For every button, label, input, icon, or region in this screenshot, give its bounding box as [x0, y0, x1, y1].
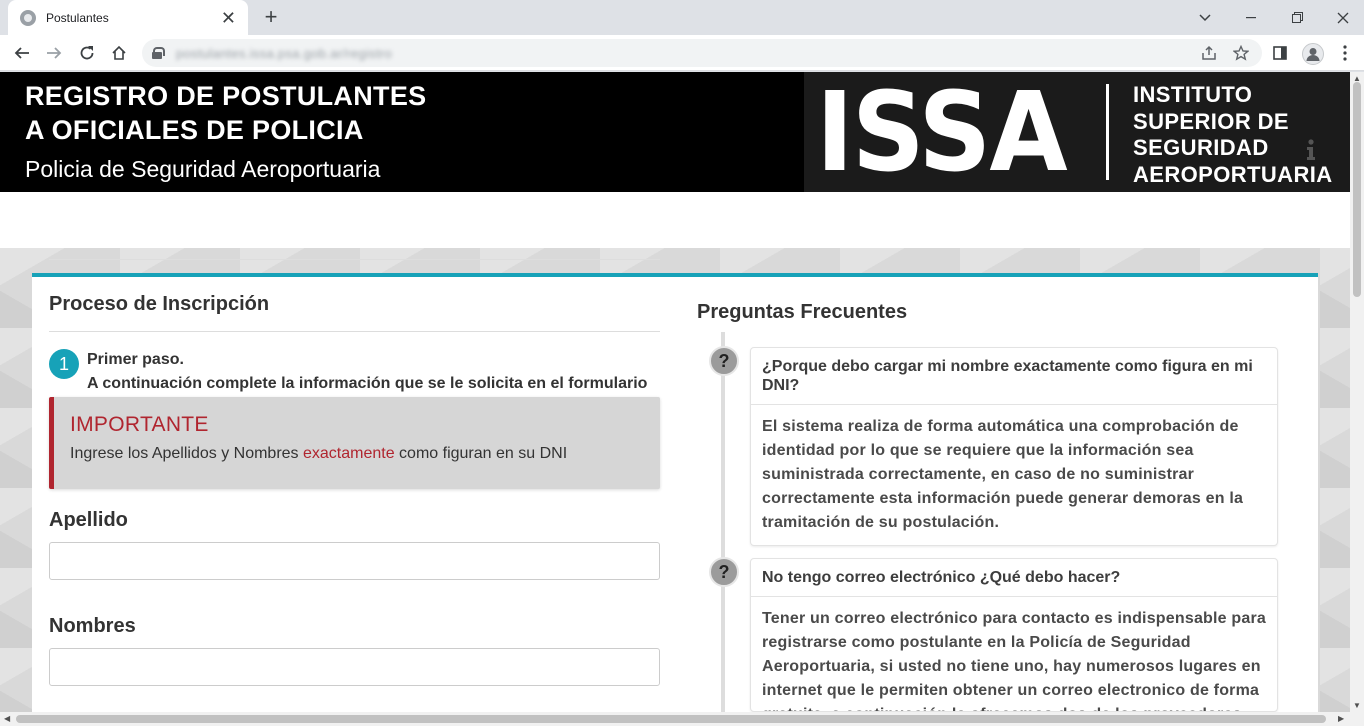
faq-item: No tengo correo electrónico ¿Qué debo ha…	[750, 558, 1278, 712]
vertical-scroll-thumb[interactable]	[1353, 82, 1361, 297]
info-icon[interactable]	[1303, 139, 1319, 161]
faq-question[interactable]: No tengo correo electrónico ¿Qué debo ha…	[751, 559, 1277, 597]
site-header: REGISTRO DE POSTULANTES A OFICIALES DE P…	[0, 72, 1350, 196]
nombres-label: Nombres	[49, 615, 136, 637]
lock-icon	[152, 47, 165, 59]
scroll-right-icon[interactable]: ▶	[1338, 714, 1344, 723]
logo-institution-name: INSTITUTO SUPERIOR DE SEGURIDAD AEROPORT…	[1133, 82, 1333, 187]
horizontal-scrollbar[interactable]: ◀ ▶	[0, 712, 1364, 726]
menu-kebab-icon[interactable]	[1331, 39, 1359, 67]
header-title-line2: A OFICIALES DE POLICIA	[25, 115, 364, 145]
faq-answer: El sistema realiza de forma automática u…	[762, 418, 1244, 531]
question-icon: ?	[709, 346, 739, 376]
faq-title: Preguntas Frecuentes	[697, 301, 908, 323]
new-tab-button[interactable]: +	[258, 4, 284, 30]
browser-tab[interactable]: Postulantes ✕	[8, 0, 248, 35]
restore-icon[interactable]	[1274, 0, 1320, 35]
scroll-left-icon[interactable]: ◀	[4, 714, 10, 723]
faq-item: ¿Porque debo cargar mi nombre exactament…	[750, 347, 1278, 546]
important-alert: IMPORTANTE Ingrese los Apellidos y Nombr…	[49, 397, 660, 489]
step-title: Primer paso.	[87, 351, 184, 368]
tab-close-icon[interactable]: ✕	[221, 9, 236, 27]
url-text: postulantes.issa.psa.gob.ar/registro	[176, 45, 393, 61]
alert-message: Ingrese los Apellidos y Nombres exactame…	[70, 445, 568, 462]
forward-icon[interactable]	[40, 39, 68, 67]
side-panel-icon[interactable]	[1266, 39, 1294, 67]
tab-search-icon[interactable]	[1182, 0, 1228, 35]
apellido-input[interactable]	[49, 542, 660, 580]
bookmark-star-icon[interactable]	[1227, 39, 1255, 67]
apellido-label: Apellido	[49, 509, 128, 531]
scroll-down-icon[interactable]: ▼	[1353, 701, 1361, 710]
nombres-input[interactable]	[49, 648, 660, 686]
back-icon[interactable]	[8, 39, 36, 67]
section-divider	[49, 331, 660, 332]
vertical-scrollbar[interactable]: ▲ ▼	[1350, 72, 1364, 712]
header-subtitle: Policia de Seguridad Aeroportuaria	[25, 156, 381, 182]
share-icon[interactable]	[1195, 39, 1223, 67]
reload-icon[interactable]	[73, 39, 101, 67]
faq-answer: Tener un correo electrónico para contact…	[762, 610, 1267, 711]
header-title-line1: REGISTRO DE POSTULANTES	[25, 81, 427, 111]
step-number-badge: 1	[49, 349, 79, 379]
alert-highlight: exactamente	[303, 445, 395, 462]
window-close-icon[interactable]	[1320, 0, 1364, 35]
horizontal-scroll-thumb[interactable]	[16, 715, 1326, 723]
address-bar[interactable]: postulantes.issa.psa.gob.ar/registro	[142, 39, 1262, 67]
browser-tab-strip: Postulantes ✕ +	[0, 0, 1364, 35]
faq-timeline	[721, 332, 725, 712]
section-divider	[49, 259, 660, 260]
tab-title: Postulantes	[46, 10, 109, 25]
browser-toolbar: postulantes.issa.psa.gob.ar/registro	[0, 35, 1364, 71]
logo-divider	[1106, 84, 1109, 180]
registration-section-title: Proceso de Inscripción	[49, 293, 270, 315]
question-icon: ?	[709, 557, 739, 587]
step-description: A continuación complete la información q…	[87, 375, 648, 392]
issa-logo: ISSA INSTITUTO SUPERIOR DE SEGURIDAD AER…	[804, 72, 1350, 196]
profile-avatar[interactable]	[1302, 43, 1324, 65]
alert-title: IMPORTANTE	[70, 413, 209, 436]
minimize-icon[interactable]	[1228, 0, 1274, 35]
site-favicon-icon	[20, 9, 36, 26]
nav-bar	[0, 192, 1350, 248]
home-icon[interactable]	[105, 39, 133, 67]
logo-wordmark: ISSA	[816, 72, 1068, 196]
faq-question[interactable]: ¿Porque debo cargar mi nombre exactament…	[751, 348, 1277, 405]
